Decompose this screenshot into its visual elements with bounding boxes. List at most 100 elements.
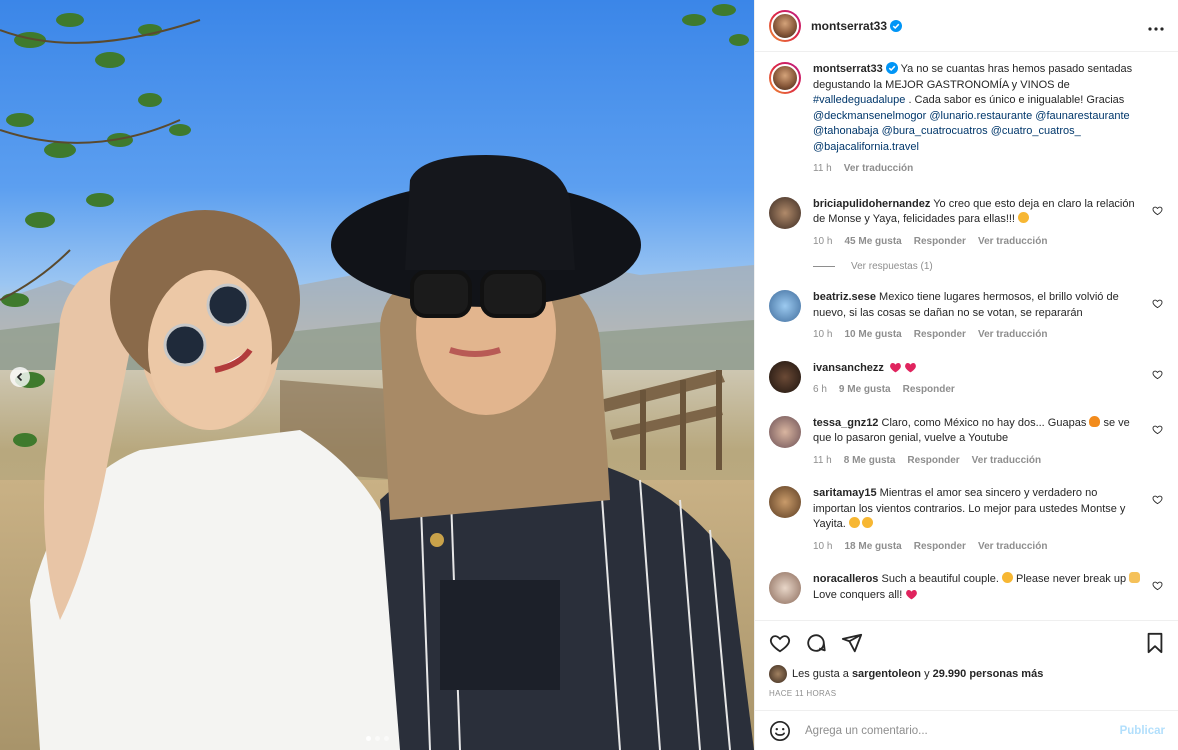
- avatar[interactable]: [769, 486, 801, 518]
- carousel-dot: [384, 736, 389, 741]
- avatar[interactable]: [769, 290, 801, 322]
- comment-item: tessa_gnz12 Claro, como México no hay do…: [769, 415, 1165, 469]
- comment-meta: 11 h 8 Me gusta Responder Ver traducción: [813, 453, 1141, 469]
- comment-username[interactable]: ivansanchezz: [813, 362, 884, 374]
- share-icon[interactable]: [841, 632, 863, 654]
- likes-count[interactable]: 29.990 personas más: [933, 668, 1044, 680]
- comment-text-3: Love conquers all!: [813, 588, 903, 601]
- post-actions: Les gusta a sargentoleon y 29.990 person…: [755, 620, 1178, 710]
- heart-eyes-emoji: [1001, 572, 1013, 583]
- translate-link[interactable]: Ver traducción: [978, 539, 1047, 555]
- mention-link[interactable]: @faunarestaurante: [1035, 110, 1129, 122]
- red-heart-emoji: [906, 589, 918, 599]
- comment-input[interactable]: [805, 724, 1120, 737]
- comment-item: ivansanchezz 6 h 9 Me gusta Responder: [769, 360, 1165, 398]
- emoji-icon[interactable]: [769, 720, 791, 742]
- verified-icon: [890, 19, 903, 32]
- avatar: [769, 665, 787, 683]
- more-options-button[interactable]: [1148, 15, 1164, 36]
- reply-link[interactable]: Responder: [914, 327, 966, 343]
- avatar[interactable]: [769, 360, 801, 393]
- mention-link[interactable]: @lunario.restaurante: [929, 110, 1032, 122]
- heart-icon[interactable]: [1152, 494, 1163, 505]
- comment-username[interactable]: noracalleros: [813, 573, 878, 585]
- comment-likes[interactable]: 18 Me gusta: [844, 539, 901, 555]
- mention-link[interactable]: @bajacalifornia.travel: [813, 141, 919, 153]
- comment-meta: 10 h 18 Me gusta Responder Ver traducció…: [813, 539, 1141, 555]
- heart-icon[interactable]: [1152, 298, 1163, 309]
- translate-link[interactable]: Ver traducción: [978, 327, 1047, 343]
- reply-link[interactable]: Responder: [914, 539, 966, 555]
- comment-username[interactable]: briciapulidohernandez: [813, 198, 930, 210]
- author-username[interactable]: montserrat33: [811, 19, 903, 33]
- avatar[interactable]: [769, 415, 801, 448]
- caption-time: 11 h: [813, 163, 832, 174]
- avatar[interactable]: [769, 9, 801, 42]
- reply-link[interactable]: Responder: [907, 453, 959, 469]
- translate-link[interactable]: Ver traducción: [978, 234, 1047, 250]
- comment-meta: 6 h 9 Me gusta Responder: [813, 382, 1141, 398]
- comment-username[interactable]: saritamay15: [813, 487, 877, 499]
- heart-icon[interactable]: [769, 632, 791, 654]
- bookmark-icon[interactable]: [1145, 632, 1165, 654]
- translate-link[interactable]: Ver traducción: [972, 453, 1041, 469]
- caption-text-2: . Cada sabor es único e inigualable! Gra…: [908, 94, 1125, 106]
- mention-link[interactable]: @tahonabaja: [813, 125, 879, 137]
- comment-item: noracalleros Such a beautiful couple. Pl…: [769, 572, 1165, 604]
- fire-emoji: [1089, 415, 1101, 427]
- comment-likes[interactable]: 8 Me gusta: [844, 453, 896, 469]
- avatar[interactable]: [769, 572, 801, 604]
- translate-link[interactable]: Ver traducción: [844, 161, 913, 177]
- mention-link[interactable]: @deckmansenelmogor: [813, 110, 926, 122]
- comment-time: 10 h: [813, 540, 833, 552]
- comment-likes[interactable]: 10 Me gusta: [844, 327, 901, 343]
- comment-username[interactable]: beatriz.sese: [813, 291, 876, 303]
- mention-link[interactable]: @bura_cuatrocuatros: [882, 125, 988, 137]
- comment-time: 10 h: [813, 329, 833, 340]
- carousel-dot: [366, 736, 371, 741]
- comment-icon[interactable]: [805, 632, 827, 654]
- carousel-dots: [366, 736, 389, 741]
- comment-text: Such a beautiful couple.: [881, 573, 999, 585]
- avatar[interactable]: [769, 196, 801, 229]
- heart-icon[interactable]: [1152, 424, 1163, 435]
- heart-icon[interactable]: [1152, 369, 1163, 380]
- heart-eyes-emoji: [848, 517, 860, 528]
- comments-list[interactable]: montserrat33 Ya no se cuantas hras hemos…: [755, 52, 1178, 620]
- two-women-illustration: [30, 155, 754, 750]
- liker-username[interactable]: sargentoleon: [852, 668, 921, 680]
- reply-link[interactable]: Responder: [903, 382, 955, 398]
- comment-time: 6 h: [813, 384, 827, 395]
- comment-item: briciapulidohernandez Yo creo que esto d…: [769, 196, 1165, 250]
- post-caption: montserrat33 Ya no se cuantas hras hemos…: [769, 62, 1165, 177]
- post-time-ago: HACE 11 HORAS: [769, 689, 837, 698]
- comment-username[interactable]: tessa_gnz12: [813, 417, 878, 429]
- caption-username[interactable]: montserrat33: [813, 63, 883, 75]
- post-photo[interactable]: [0, 0, 754, 750]
- carousel-prev-button[interactable]: [10, 367, 30, 387]
- comment-likes[interactable]: 45 Me gusta: [844, 234, 901, 250]
- reply-link[interactable]: Responder: [914, 234, 966, 250]
- comment-meta: 10 h 45 Me gusta Responder Ver traducció…: [813, 234, 1141, 250]
- comment-likes[interactable]: 9 Me gusta: [839, 382, 891, 398]
- heart-eyes-emoji: [1018, 212, 1030, 223]
- add-comment-bar: Publicar: [755, 710, 1178, 750]
- carousel-dot: [375, 736, 380, 741]
- more-icon: [1148, 27, 1164, 31]
- carousel-prev-icon: [16, 372, 23, 382]
- hashtag-link[interactable]: #valledeguadalupe: [813, 94, 905, 106]
- view-replies-button[interactable]: Ver respuestas (1): [813, 261, 1165, 272]
- mention-link[interactable]: @cuatro_cuatros_: [991, 125, 1081, 137]
- heart-icon[interactable]: [1152, 580, 1163, 591]
- heart-icon[interactable]: [1152, 205, 1163, 216]
- comment-item: beatriz.sese Mexico tiene lugares hermos…: [769, 290, 1165, 343]
- avatar[interactable]: [769, 62, 801, 94]
- likes-summary[interactable]: Les gusta a sargentoleon y 29.990 person…: [769, 665, 1165, 683]
- red-heart-emoji: [890, 362, 901, 372]
- post-side-panel: montserrat33 montserrat33 Ya no se cuant…: [754, 0, 1178, 750]
- caption-meta: 11 h Ver traducción: [813, 161, 1159, 177]
- post-header: montserrat33: [755, 0, 1178, 52]
- comment-text: Claro, como México no hay dos... Guapas: [881, 416, 1087, 429]
- comment-item: saritamay15 Mientras el amor sea sincero…: [769, 486, 1165, 554]
- publish-button[interactable]: Publicar: [1120, 725, 1165, 737]
